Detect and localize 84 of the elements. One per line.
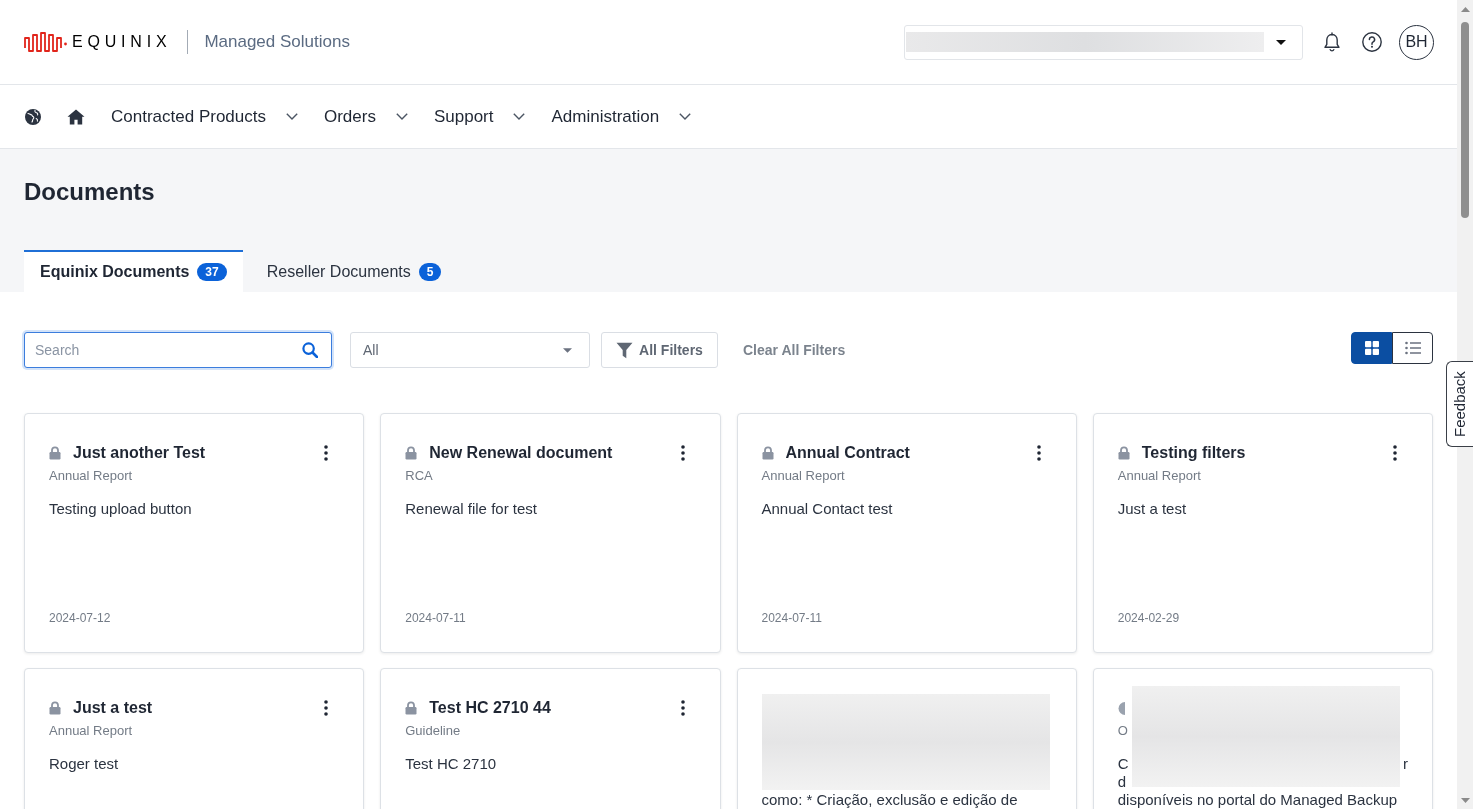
document-title: Annual Contract: [785, 443, 910, 463]
description-text: r: [1403, 755, 1408, 773]
grid-icon: [1364, 341, 1379, 355]
document-category: RCA: [405, 468, 433, 484]
document-title: Just another Test: [73, 443, 206, 463]
brand-name: EQUINIX: [72, 32, 172, 52]
document-category: Annual Report: [1117, 468, 1201, 484]
document-title: Just a test: [73, 698, 153, 718]
nav-menu[interactable]: Administration: [551, 103, 692, 130]
document-card[interactable]: New Renewal document RCA Renewal file for test 2024-07-11: [380, 413, 721, 653]
scrollbar-thumb[interactable]: [1461, 22, 1469, 218]
count-badge: 5: [418, 263, 442, 281]
document-card[interactable]: Test HC 2710 44 Guideline Test HC 2710: [380, 668, 721, 809]
description-text: C: [1117, 755, 1129, 773]
chevron-down-icon: [395, 113, 408, 120]
document-description: Renewal file for test: [405, 500, 537, 518]
chevron-down-icon: [679, 113, 692, 120]
nav-menu[interactable]: Contracted Products: [111, 103, 298, 130]
lock-icon: [49, 446, 61, 460]
document-date: 2024-07-12: [49, 610, 111, 626]
document-card[interactable]: como: * Criação, exclusão e edição de: [736, 668, 1077, 809]
chevron-down-icon: [285, 113, 298, 120]
more-options-icon[interactable]: [324, 700, 329, 716]
document-card[interactable]: Annual Contract Annual Report Annual Contact test 2024-07-11: [736, 413, 1077, 653]
document-title: Testing filters: [1141, 443, 1246, 463]
globe-icon[interactable]: [25, 108, 41, 125]
lock-icon: [49, 701, 61, 715]
scroll-up-icon[interactable]: [1460, 7, 1470, 12]
more-options-icon[interactable]: [1036, 445, 1041, 461]
chevron-down-icon: [513, 113, 526, 120]
grid-view-button[interactable]: [1351, 332, 1392, 364]
bell-icon[interactable]: [1323, 31, 1341, 53]
document-description: Annual Contact test: [761, 500, 893, 518]
document-card[interactable]: Just another Test Annual Report Testing upload button 2024-07-12: [24, 413, 365, 653]
more-options-icon[interactable]: [680, 700, 685, 716]
all-filters-button[interactable]: All Filters: [601, 332, 718, 368]
page-title: Documents: [24, 177, 155, 207]
type-select[interactable]: All: [350, 332, 590, 368]
funnel-icon: [616, 341, 634, 359]
lock-icon: [405, 701, 418, 715]
document-description: Just a test: [1117, 500, 1187, 518]
document-title: New Renewal document: [429, 443, 613, 463]
description-text: d: [1117, 773, 1127, 791]
document-date: 2024-07-11: [761, 610, 822, 626]
document-card[interactable]: Just a test Annual Report Roger test: [24, 668, 365, 809]
count-badge: 37: [197, 263, 227, 281]
clear-filters-link[interactable]: Clear All Filters: [743, 332, 846, 368]
nav-menu[interactable]: Orders: [323, 103, 408, 130]
more-options-icon[interactable]: [324, 445, 329, 461]
more-options-icon[interactable]: [1393, 445, 1397, 461]
search-icon[interactable]: [302, 342, 318, 358]
caret-icon: [563, 347, 572, 353]
document-description: Test HC 2710: [405, 755, 497, 773]
document-category: Annual Report: [49, 468, 133, 484]
tab[interactable]: Reseller Documents 5: [250, 250, 458, 292]
help-icon[interactable]: [1362, 32, 1382, 52]
home-icon[interactable]: [67, 108, 85, 125]
product-name: Managed Solutions: [204, 31, 350, 54]
document-date: 2024-07-11: [405, 610, 466, 626]
search-field[interactable]: Search: [24, 332, 332, 368]
feedback-tab[interactable]: Feedback: [1446, 361, 1473, 447]
document-title: Test HC 2710 44: [429, 698, 551, 718]
document-category: O: [1117, 723, 1128, 739]
lock-icon: [405, 446, 418, 460]
document-date: 2024-02-29: [1117, 610, 1180, 626]
document-description: Roger test: [49, 755, 119, 773]
list-icon: [1404, 341, 1421, 355]
document-category: Annual Report: [761, 468, 845, 484]
document-card[interactable]: O C r d disponíveis no portal do Managed Backup: [1092, 668, 1433, 809]
scroll-down-icon[interactable]: [1460, 798, 1470, 803]
document-category: Annual Report: [49, 723, 133, 739]
list-view-button[interactable]: [1392, 332, 1433, 364]
wave-logo-icon[interactable]: [24, 32, 68, 52]
document-card[interactable]: Testing filters Annual Report Just a test 2024-02-29: [1092, 413, 1433, 653]
nav-menu[interactable]: Support: [433, 103, 526, 130]
document-category: Guideline: [405, 723, 461, 739]
description-text: disponíveis no portal do Managed Backup: [1117, 791, 1398, 809]
more-options-icon[interactable]: [680, 445, 685, 461]
description-text: como: * Criação, exclusão e edição de: [761, 791, 1018, 809]
tab[interactable]: Equinix Documents 37: [24, 250, 243, 292]
caret-icon: [1276, 39, 1286, 45]
lock-icon: [761, 446, 774, 460]
lock-icon: [1117, 446, 1130, 460]
document-description: Testing upload button: [49, 500, 192, 518]
